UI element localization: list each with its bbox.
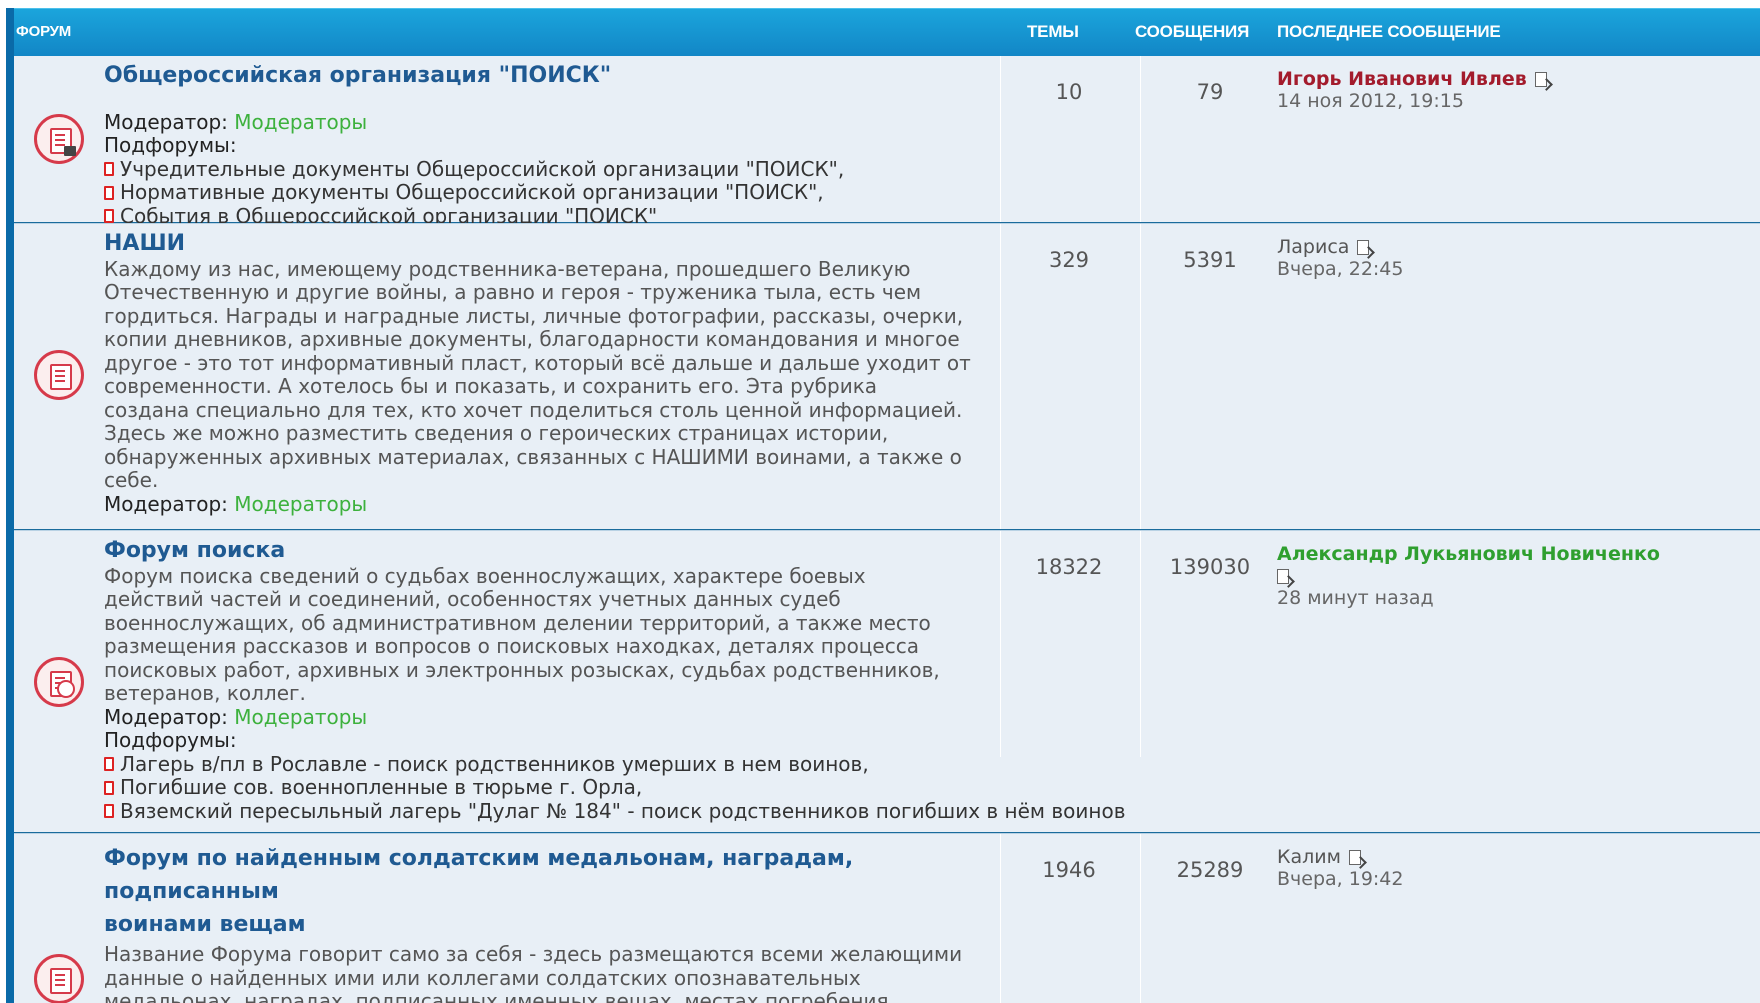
last-post-user[interactable]: Игорь Иванович Ивлев xyxy=(1277,68,1527,90)
forum-title[interactable]: Форум по найденным солдатским медальонам… xyxy=(104,842,999,941)
subforum-doc-icon xyxy=(104,780,114,795)
moderator-link[interactable]: Модераторы xyxy=(234,705,367,729)
forum-title[interactable]: НАШИ xyxy=(104,232,999,256)
header-forum: ФОРУМ xyxy=(16,23,72,40)
moderator-line: Модератор: Модераторы xyxy=(104,704,368,729)
posts-count: 79 xyxy=(1196,80,1224,104)
forum-description: Форум поиска сведений о судьбах военносл… xyxy=(104,563,940,705)
topics-count: 329 xyxy=(1048,248,1090,272)
header-last-post: ПОСЛЕДНЕЕ СООБЩЕНИЕ xyxy=(1277,22,1501,41)
subforum-doc-icon xyxy=(104,185,114,200)
forum-table: ФОРУМ ТЕМЫ СООБЩЕНИЯ ПОСЛЕДНЕЕ СООБЩЕНИЕ… xyxy=(6,8,1760,1003)
go-to-post-icon[interactable] xyxy=(1348,850,1361,865)
posts-count: 25289 xyxy=(1176,858,1244,882)
posts-count: 5391 xyxy=(1183,248,1237,272)
divider xyxy=(1000,531,1001,757)
subforum-doc-icon xyxy=(104,804,114,819)
last-post-time: Вчера, 19:42 xyxy=(1277,868,1404,890)
topics-count: 1946 xyxy=(1042,858,1096,882)
subforum-link[interactable]: Лагерь в/пл в Рославле - поиск родственн… xyxy=(104,752,1164,777)
forum-icon xyxy=(34,350,84,400)
posts-count: 139030 xyxy=(1169,555,1251,579)
forum-icon xyxy=(34,954,84,1003)
divider xyxy=(1000,834,1001,1003)
forum-title[interactable]: Форум поиска xyxy=(104,539,1164,563)
last-post-time: 14 ноя 2012, 19:15 xyxy=(1277,90,1464,112)
moderator-line: Модератор: Модераторы xyxy=(104,109,368,134)
topics-count: 10 xyxy=(1055,80,1083,104)
forum-main: НАШИ Каждому из нас, имеющему родственни… xyxy=(104,232,999,516)
subforum-link[interactable]: Погибшие сов. военнопленные в тюрьме г. … xyxy=(104,775,1164,800)
subforum-link[interactable]: Вяземский пересыльный лагерь "Дулаг № 18… xyxy=(104,799,1164,824)
last-post-time: Вчера, 22:45 xyxy=(1277,258,1404,280)
header-topics: ТЕМЫ xyxy=(1027,22,1079,41)
go-to-post-icon[interactable] xyxy=(1357,240,1370,255)
table-header: ФОРУМ ТЕМЫ СООБЩЕНИЯ ПОСЛЕДНЕЕ СООБЩЕНИЕ xyxy=(14,8,1760,56)
divider xyxy=(1140,531,1141,757)
moderator-link[interactable]: Модераторы xyxy=(234,492,367,516)
forum-row: Форум по найденным солдатским медальонам… xyxy=(14,833,1760,1003)
last-post-time: 28 минут назад xyxy=(1277,587,1434,609)
forum-subforums-icon xyxy=(34,657,84,707)
forum-description: Название Форума говорит само за себя - з… xyxy=(104,942,963,1003)
subforum-doc-icon xyxy=(104,209,114,224)
last-post: Игорь Иванович Ивлев 14 ноя 2012, 19:15 xyxy=(1277,68,1547,112)
last-post-user[interactable]: Калим xyxy=(1277,846,1341,868)
forum-row: Форум поиска Форум поиска сведений о суд… xyxy=(14,530,1760,833)
last-post: Лариса Вчера, 22:45 xyxy=(1277,236,1404,280)
forum-main: Форум поиска Форум поиска сведений о суд… xyxy=(104,539,1164,823)
header-posts: СООБЩЕНИЯ xyxy=(1135,22,1250,41)
subforums-label: Подфорумы: xyxy=(104,728,237,752)
divider xyxy=(1140,56,1141,222)
last-post: Александр Лукьянович Новиченко 28 минут … xyxy=(1277,543,1717,609)
last-post: Калим Вчера, 19:42 xyxy=(1277,846,1404,890)
forum-description: Каждому из нас, имеющему родственника-ве… xyxy=(104,256,971,492)
divider xyxy=(1140,224,1141,529)
forum-rows: Общероссийская организация "ПОИСК" Модер… xyxy=(14,56,1760,1003)
forum-main: Форум по найденным солдатским медальонам… xyxy=(104,842,999,1003)
forum-main: Общероссийская организация "ПОИСК" Модер… xyxy=(104,64,999,228)
go-to-post-icon[interactable] xyxy=(1277,569,1289,584)
forum-row: НАШИ Каждому из нас, имеющему родственни… xyxy=(14,223,1760,530)
moderator-line: Модератор: Модераторы xyxy=(104,491,368,516)
divider xyxy=(1140,834,1141,1003)
forum-row: Общероссийская организация "ПОИСК" Модер… xyxy=(14,56,1760,227)
divider xyxy=(1000,224,1001,529)
last-post-user[interactable]: Александр Лукьянович Новиченко xyxy=(1277,543,1660,565)
forum-title[interactable]: Общероссийская организация "ПОИСК" xyxy=(104,64,999,88)
subforum-link[interactable]: Нормативные документы Общероссийской орг… xyxy=(104,180,999,205)
last-post-user[interactable]: Лариса xyxy=(1277,236,1349,258)
moderator-link[interactable]: Модераторы xyxy=(234,110,367,134)
subforum-doc-icon xyxy=(104,757,114,772)
forum-table-inner: ФОРУМ ТЕМЫ СООБЩЕНИЯ ПОСЛЕДНЕЕ СООБЩЕНИЕ… xyxy=(14,8,1760,1003)
subforum-doc-icon xyxy=(104,162,114,177)
divider xyxy=(1000,56,1001,222)
topics-count: 18322 xyxy=(1035,555,1103,579)
subforums-label: Подфорумы: xyxy=(104,133,237,157)
forum-locked-icon xyxy=(34,114,84,164)
go-to-post-icon[interactable] xyxy=(1534,72,1547,87)
subforum-link[interactable]: Учредительные документы Общероссийской о… xyxy=(104,157,999,182)
